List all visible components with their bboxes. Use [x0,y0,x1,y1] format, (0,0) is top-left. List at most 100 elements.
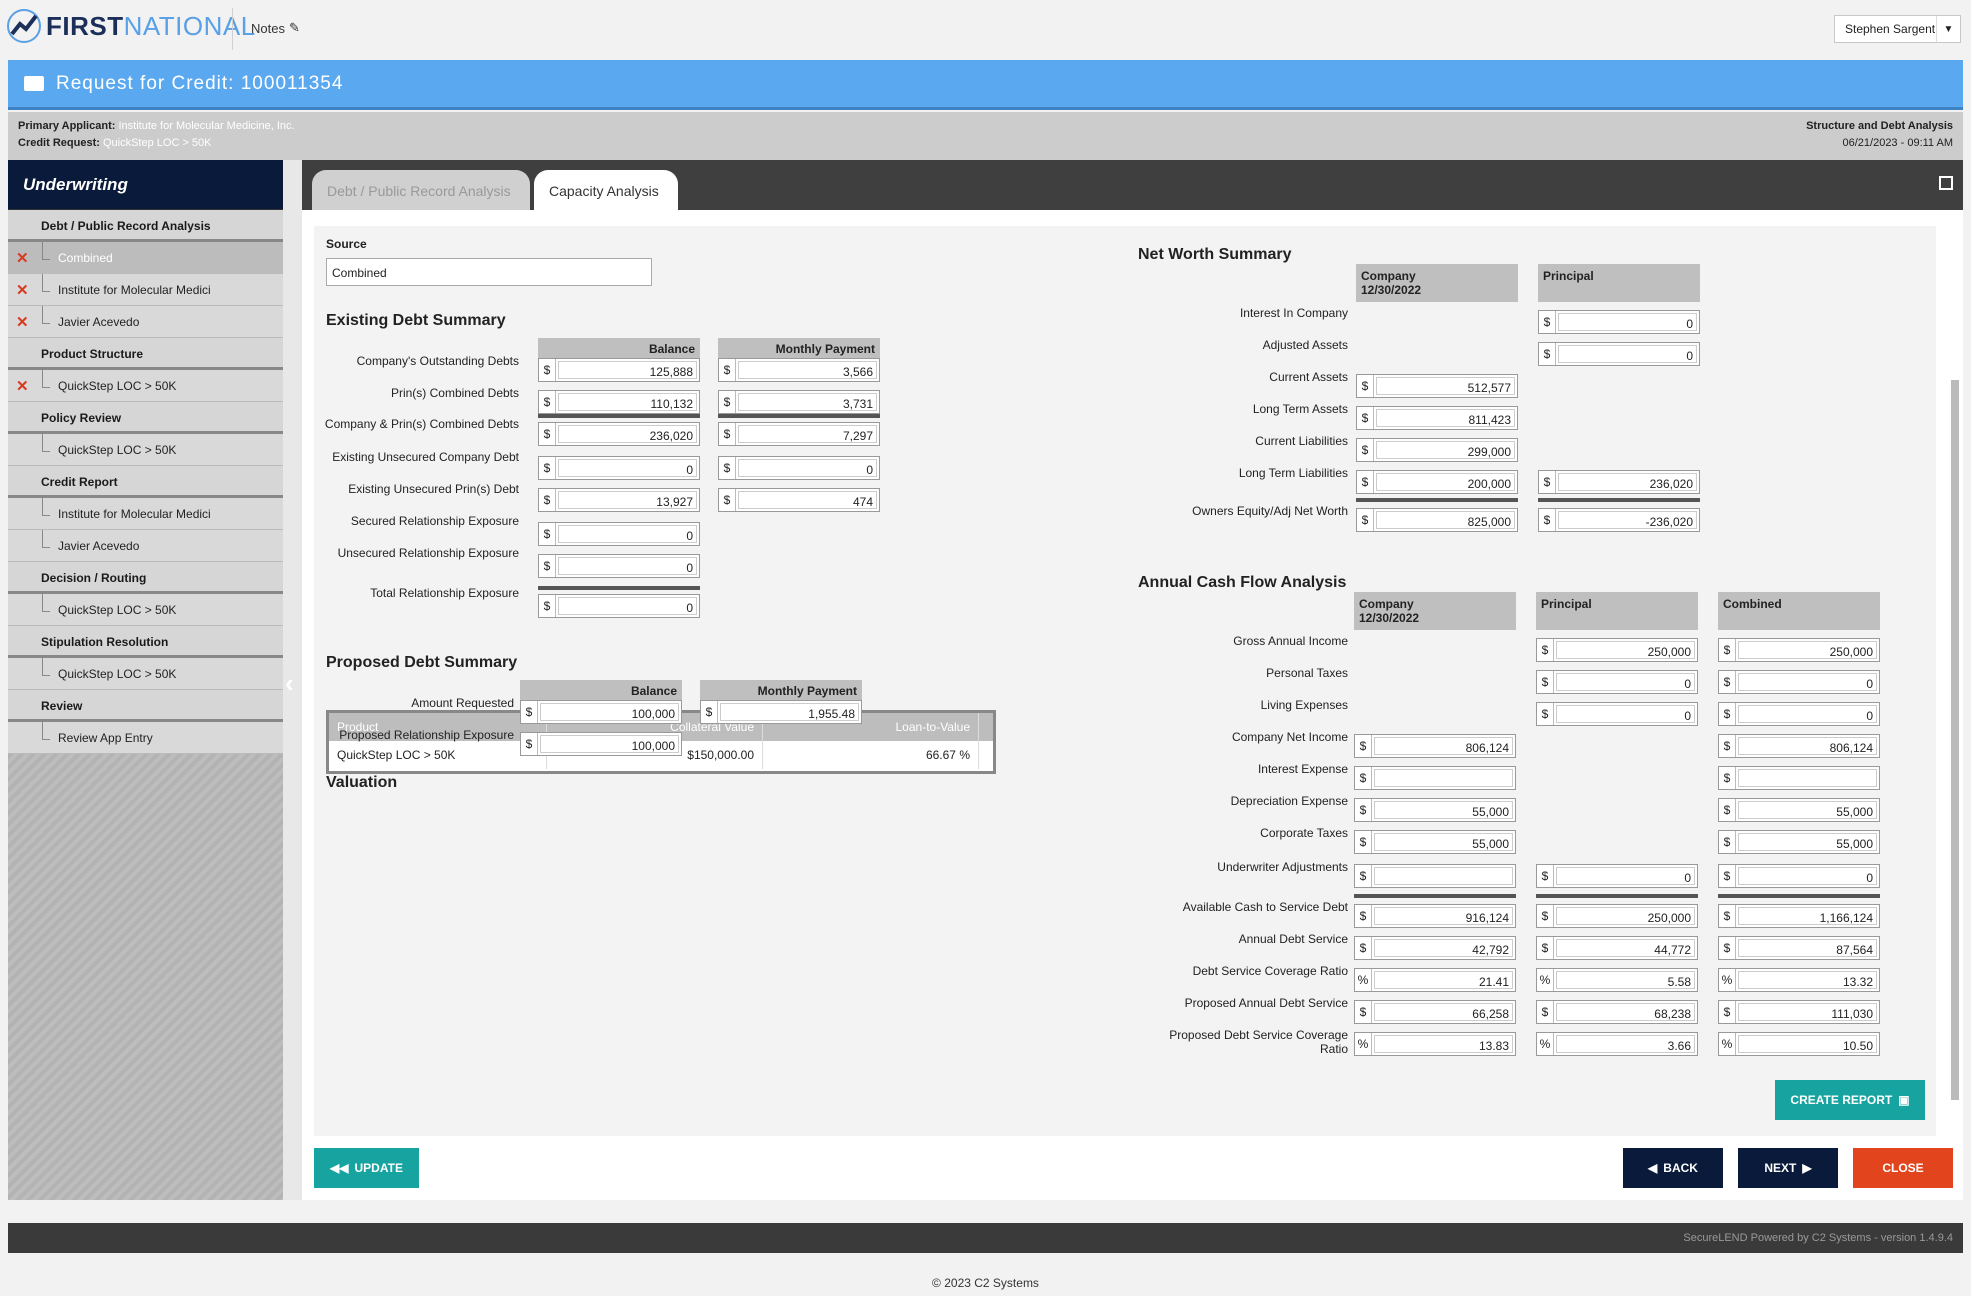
value-field[interactable]: $87,564 [1718,936,1880,960]
value-field[interactable]: $ [1354,766,1516,790]
value-field[interactable]: $474 [718,488,880,512]
value-field[interactable]: $0 [1536,670,1698,694]
value-field[interactable]: $ -236,020 [1538,508,1700,532]
value-field[interactable]: $7,297 [718,422,880,446]
value-field[interactable]: % 21.41 [1354,968,1516,992]
sidebar-section[interactable]: Policy Review [8,402,283,434]
sidebar-item[interactable]: ✕ QuickStep LOC > 50K [8,370,283,402]
sidebar-item[interactable]: ✕ Combined [8,242,283,274]
tab-debt-public-record[interactable]: Debt / Public Record Analysis [312,170,530,210]
value-field[interactable]: $200,000 [1356,470,1518,494]
value-field[interactable]: $0 [538,554,700,578]
sidebar-item[interactable]: QuickStep LOC > 50K [8,658,283,690]
value-field[interactable]: $42,792 [1354,936,1516,960]
value-field[interactable]: $ [1354,864,1516,888]
value-field[interactable]: $100,000 [520,732,682,756]
scrollbar-thumb[interactable] [1951,380,1959,1100]
value-field[interactable]: $916,124 [1354,904,1516,928]
value-field[interactable]: $100,000 [520,700,682,724]
value-field[interactable]: $55,000 [1354,830,1516,854]
tree-line [42,370,50,388]
value-field[interactable]: $236,020 [1538,470,1700,494]
update-button[interactable]: ◀◀ UPDATE [314,1148,419,1188]
close-button[interactable]: CLOSE [1853,1148,1953,1188]
value-field[interactable]: $0 [538,594,700,618]
sidebar-section[interactable]: Credit Report [8,466,283,498]
value-field[interactable]: $0 [1718,864,1880,888]
unit-sign: $ [1355,865,1372,887]
value-field[interactable]: $55,000 [1718,830,1880,854]
value-field[interactable]: $0 [538,456,700,480]
value-field[interactable]: $55,000 [1354,798,1516,822]
value-field[interactable]: $0 [1538,310,1700,334]
vertical-scrollbar[interactable] [1949,220,1961,1138]
create-report-button[interactable]: CREATE REPORT ▣ [1775,1080,1925,1120]
value-field[interactable]: $125,888 [538,358,700,382]
value-field[interactable]: $66,258 [1354,1000,1516,1024]
tab-capacity-analysis[interactable]: Capacity Analysis [534,170,678,210]
sidebar-section[interactable]: Stipulation Resolution [8,626,283,658]
remove-icon[interactable]: ✕ [16,377,29,395]
sidebar-item[interactable]: Javier Acevedo [8,530,283,562]
notes-link[interactable]: Notes ✎ [251,20,300,36]
value-field[interactable]: $811,423 [1356,406,1518,430]
sidebar-section[interactable]: Product Structure [8,338,283,370]
value-field[interactable]: $13,927 [538,488,700,512]
value-field[interactable]: $ [1718,766,1880,790]
sidebar-item[interactable]: Institute for Molecular Medici [8,498,283,530]
sidebar-item[interactable]: Review App Entry [8,722,283,754]
value-field[interactable]: $0 [718,456,880,480]
value-field[interactable]: % 10.50 [1718,1032,1880,1056]
sidebar-item[interactable]: QuickStep LOC > 50K [8,594,283,626]
value-field[interactable]: $250,000 [1718,638,1880,662]
value-field[interactable]: $55,000 [1718,798,1880,822]
collapse-sidebar-button[interactable]: ‹ [283,160,302,1200]
value-field[interactable]: $3,566 [718,358,880,382]
row-label: Amount Requested [411,696,514,710]
update-label: UPDATE [354,1161,403,1175]
value-field[interactable]: $1,166,124 [1718,904,1880,928]
value-field[interactable]: $68,238 [1536,1000,1698,1024]
column-header: Principal [1536,592,1698,630]
value-field[interactable]: $110,132 [538,390,700,414]
value-field[interactable]: $111,030 [1718,1000,1880,1024]
sidebar-section[interactable]: Review [8,690,283,722]
value-field[interactable]: $0 [1538,342,1700,366]
value-field[interactable]: $0 [1536,702,1698,726]
value-field[interactable]: % 13.83 [1354,1032,1516,1056]
value-field[interactable]: $0 [1718,670,1880,694]
value-field[interactable]: % 3.66 [1536,1032,1698,1056]
value-field[interactable]: $1,955.48 [700,700,862,724]
source-input[interactable]: Combined [326,258,652,286]
remove-icon[interactable]: ✕ [16,249,29,267]
value-field[interactable]: $44,772 [1536,936,1698,960]
value-field[interactable]: $0 [1718,702,1880,726]
sidebar-section[interactable]: Decision / Routing [8,562,283,594]
value-field[interactable]: % 13.32 [1718,968,1880,992]
first-national-logo[interactable]: FIRSTNATIONAL [6,7,256,45]
value-field[interactable]: $0 [538,522,700,546]
back-button[interactable]: ◀ BACK [1623,1148,1723,1188]
sidebar-item[interactable]: QuickStep LOC > 50K [8,434,283,466]
value-field[interactable]: $806,124 [1354,734,1516,758]
user-dropdown[interactable]: Stephen Sargent ▼ [1834,15,1961,43]
value-field[interactable]: $299,000 [1356,438,1518,462]
remove-icon[interactable]: ✕ [16,281,29,299]
value-field[interactable]: $250,000 [1536,638,1698,662]
sidebar-section[interactable]: Debt / Public Record Analysis [8,210,283,242]
value-field[interactable]: $825,000 [1356,508,1518,532]
value-field[interactable]: $236,020 [538,422,700,446]
value-field[interactable]: % 5.58 [1536,968,1698,992]
value-field[interactable]: $806,124 [1718,734,1880,758]
expand-icon[interactable] [1939,176,1953,190]
value-field[interactable]: $250,000 [1536,904,1698,928]
tab-bar: Debt / Public Record Analysis Capacity A… [302,160,1963,210]
value-field[interactable]: $3,731 [718,390,880,414]
value-field[interactable]: $512,577 [1356,374,1518,398]
sidebar-item-label: QuickStep LOC > 50K [58,603,177,617]
next-button[interactable]: NEXT ▶ [1738,1148,1838,1188]
remove-icon[interactable]: ✕ [16,313,29,331]
value-field[interactable]: $0 [1536,864,1698,888]
sidebar-item[interactable]: ✕ Javier Acevedo [8,306,283,338]
sidebar-item[interactable]: ✕ Institute for Molecular Medici [8,274,283,306]
